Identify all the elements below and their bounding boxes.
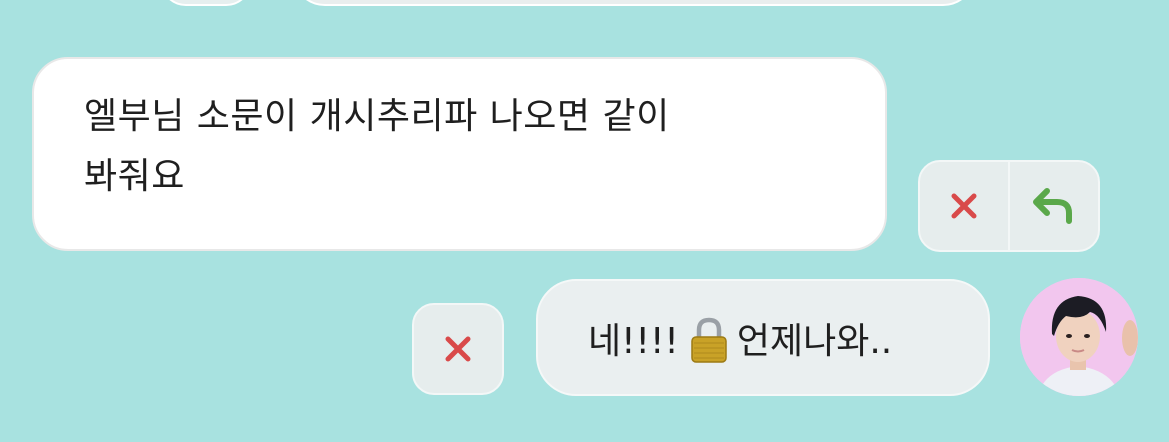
- close-icon: [445, 336, 471, 362]
- avatar[interactable]: [1020, 278, 1138, 396]
- avatar-image: [1020, 278, 1138, 396]
- previous-message-bubble: [292, 0, 976, 6]
- received-message-line-2: 봐줘요: [84, 156, 185, 197]
- sent-message-bubble: 네!!!! 언제나와..: [536, 279, 990, 396]
- received-message-bubble: 엘부님 소문이 개시추리파 나오면 같이 봐줘요: [32, 57, 887, 251]
- sent-message-delete-button[interactable]: [412, 303, 504, 395]
- close-icon: [951, 193, 977, 219]
- received-message-line-1: 엘부님 소문이 개시추리파 나오면 같이: [84, 96, 670, 137]
- delete-button[interactable]: [920, 162, 1008, 250]
- message-actions: [918, 160, 1100, 252]
- reply-icon: [1033, 188, 1072, 224]
- reply-button[interactable]: [1010, 162, 1098, 250]
- sent-message-text-part-2: 언제나와..: [736, 320, 893, 362]
- sent-message-text-part-1: 네!!!!: [588, 320, 679, 362]
- previous-action-button[interactable]: [160, 0, 252, 6]
- lock-icon: [691, 317, 727, 363]
